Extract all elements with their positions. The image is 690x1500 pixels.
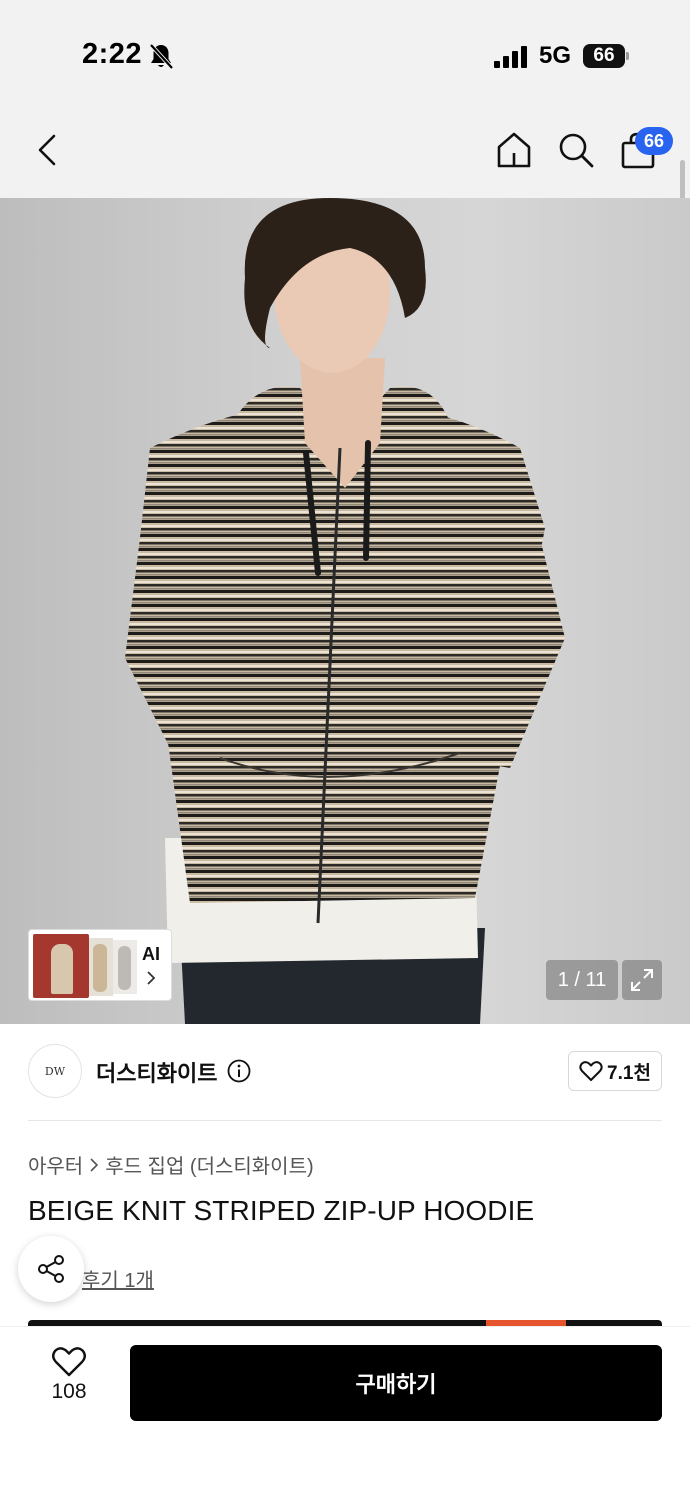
- model-photo: [125, 198, 565, 1024]
- info-icon[interactable]: [227, 1059, 251, 1083]
- status-time: 2:22: [82, 38, 143, 70]
- brand-name[interactable]: 더스티화이트: [96, 1056, 217, 1088]
- home-button[interactable]: [492, 128, 536, 172]
- ai-label: AI: [142, 944, 160, 964]
- heart-icon: [579, 1061, 603, 1081]
- share-button[interactable]: [18, 1236, 84, 1302]
- chevron-right-icon: [147, 971, 156, 985]
- expand-icon: [631, 969, 653, 991]
- signal-icon: [494, 46, 527, 68]
- back-icon: [38, 134, 56, 166]
- thumbnail-image: [113, 940, 137, 994]
- brand-like-count: 7.1천: [607, 1062, 651, 1084]
- search-icon: [559, 133, 594, 168]
- network-type: 5G: [539, 42, 572, 69]
- wishlist-button[interactable]: 108: [34, 1346, 104, 1416]
- top-nav: [0, 100, 690, 198]
- battery-level: 66: [583, 44, 625, 68]
- share-icon: [38, 1255, 64, 1283]
- buy-button[interactable]: 구매하기: [130, 1345, 662, 1421]
- thumbnail-image: [89, 938, 113, 996]
- brand-like-button[interactable]: 7.1천: [568, 1051, 662, 1091]
- back-button[interactable]: [26, 128, 70, 172]
- image-counter: 1 / 11: [546, 960, 618, 1000]
- bell-slash-icon: [149, 43, 174, 70]
- ai-recommendation-thumbnail[interactable]: AI: [28, 929, 172, 1001]
- battery-indicator: 66: [583, 44, 629, 68]
- breadcrumb-item[interactable]: 아우터: [28, 1150, 83, 1179]
- divider: [28, 1120, 662, 1121]
- brand-logo[interactable]: DW: [28, 1044, 82, 1098]
- review-link[interactable]: 후기 1개: [82, 1264, 154, 1293]
- cart-badge: 66: [635, 127, 673, 155]
- battery-cap: [626, 52, 629, 60]
- breadcrumb: 아우터 후드 집업 (더스티화이트): [28, 1150, 314, 1179]
- chevron-right-icon: [90, 1157, 99, 1172]
- wishlist-count: 108: [51, 1380, 87, 1403]
- product-title: BEIGE KNIT STRIPED ZIP-UP HOODIE: [28, 1195, 535, 1226]
- home-icon: [497, 132, 531, 168]
- breadcrumb-item[interactable]: 후드 집업 (더스티화이트): [105, 1150, 313, 1179]
- expand-image-button[interactable]: [622, 960, 662, 1000]
- status-bar: 2:22 5G 66: [0, 0, 690, 100]
- heart-icon: [52, 1347, 86, 1377]
- thumbnail-image: [33, 934, 89, 998]
- product-image[interactable]: [0, 198, 690, 1024]
- search-button[interactable]: [554, 128, 598, 172]
